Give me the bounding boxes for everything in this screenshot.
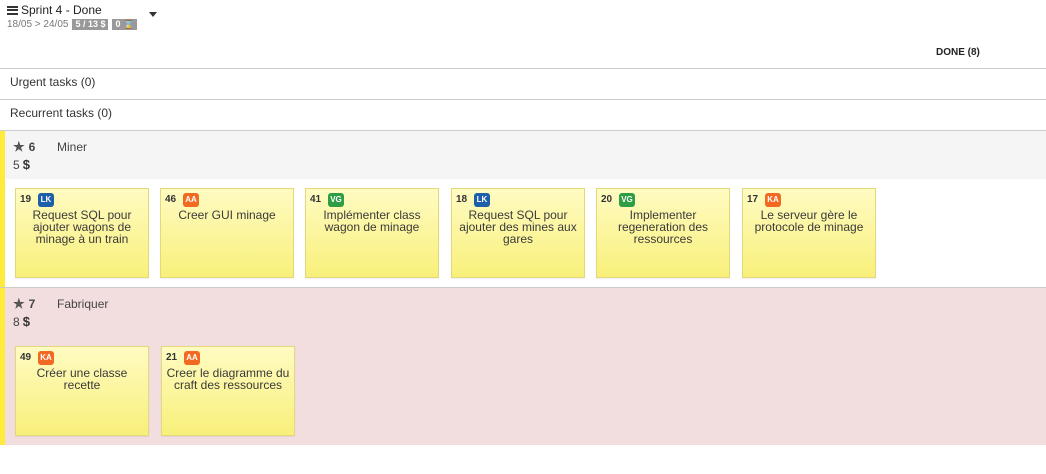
task-card[interactable]: 46 AA Creer GUI minage	[160, 188, 294, 278]
recurrent-tasks-label: Recurrent tasks (0)	[10, 106, 113, 120]
story-header[interactable]: ★ 7 Fabriquer 8 $	[0, 288, 1046, 336]
task-id: 18	[456, 194, 468, 205]
task-id: 21	[166, 352, 178, 363]
story-cost: 8 $	[13, 314, 30, 329]
avatar: AA	[183, 193, 199, 207]
task-id: 41	[310, 194, 322, 205]
story-row: ★ 6 Miner 5 $ 19 LK Request SQL pour ajo…	[0, 130, 1046, 287]
sprint-header[interactable]: Sprint 4 - Done 18/05 > 24/05 5 / 13 $ 0…	[7, 3, 138, 30]
story-color-bar	[0, 131, 5, 287]
avatar: KA	[765, 193, 781, 207]
task-id: 17	[747, 194, 759, 205]
task-card[interactable]: 49 KA Créer une classe recette	[15, 346, 149, 436]
story-cost: 5 $	[13, 157, 30, 172]
task-title: Le serveur gère le protocole de minage	[754, 208, 864, 234]
task-title: Implementer regeneration des ressources	[617, 208, 709, 246]
task-title: Creer le diagramme du craft des ressourc…	[166, 366, 290, 392]
avatar: LK	[474, 193, 490, 207]
avatar: VG	[619, 193, 635, 207]
board-icon	[7, 5, 18, 15]
task-id: 49	[20, 352, 32, 363]
task-card[interactable]: 21 AA Creer le diagramme du craft des re…	[161, 346, 295, 436]
story-color-bar	[0, 288, 5, 445]
task-title: Creer GUI minage	[178, 208, 276, 222]
task-id: 46	[165, 194, 177, 205]
task-title: Request SQL pour ajouter wagons de minag…	[32, 208, 132, 246]
urgent-tasks-row[interactable]: Urgent tasks (0)	[0, 68, 1046, 99]
story-points: ★ 7	[13, 296, 35, 312]
dollar-icon: $	[22, 314, 30, 329]
column-header-done: DONE (8)	[936, 47, 980, 58]
tasks-chip: 0 ⌛	[112, 19, 138, 30]
avatar: LK	[38, 193, 54, 207]
star-icon: ★	[13, 296, 25, 311]
task-title: Créer une classe recette	[36, 366, 128, 392]
story-header[interactable]: ★ 6 Miner 5 $	[0, 131, 1046, 179]
task-card[interactable]: 41 VG Implémenter class wagon de minage	[305, 188, 439, 278]
story-points: ★ 6	[13, 139, 35, 155]
task-id: 20	[601, 194, 613, 205]
star-icon: ★	[13, 139, 25, 154]
task-id: 19	[20, 194, 32, 205]
task-title: Request SQL pour ajouter des mines aux g…	[459, 208, 577, 246]
avatar: AA	[184, 351, 200, 365]
avatar: KA	[38, 351, 54, 365]
story-cost-value: 5	[13, 158, 20, 172]
story-name: Fabriquer	[57, 297, 109, 311]
task-title: Implémenter class wagon de minage	[323, 208, 421, 234]
points-chip: 5 / 13 $	[72, 19, 109, 30]
urgent-tasks-label: Urgent tasks (0)	[10, 75, 96, 89]
recurrent-tasks-row[interactable]: Recurrent tasks (0)	[0, 99, 1046, 130]
task-card[interactable]: 18 LK Request SQL pour ajouter des mines…	[451, 188, 585, 278]
task-card[interactable]: 20 VG Implementer regeneration des resso…	[596, 188, 730, 278]
story-row: ★ 7 Fabriquer 8 $ 49 KA Créer une classe…	[0, 287, 1046, 445]
story-cost-value: 8	[13, 315, 20, 329]
task-card[interactable]: 17 KA Le serveur gère le protocole de mi…	[742, 188, 876, 278]
chevron-down-icon[interactable]	[149, 12, 157, 17]
story-points-value: 6	[28, 140, 36, 154]
story-points-value: 7	[28, 297, 36, 311]
story-name: Miner	[57, 140, 88, 154]
task-card[interactable]: 19 LK Request SQL pour ajouter wagons de…	[15, 188, 149, 278]
avatar: VG	[328, 193, 344, 207]
dollar-icon: $	[22, 157, 30, 172]
sprint-dates: 18/05 > 24/05	[7, 19, 69, 30]
sprint-title: Sprint 4 - Done	[21, 3, 102, 17]
